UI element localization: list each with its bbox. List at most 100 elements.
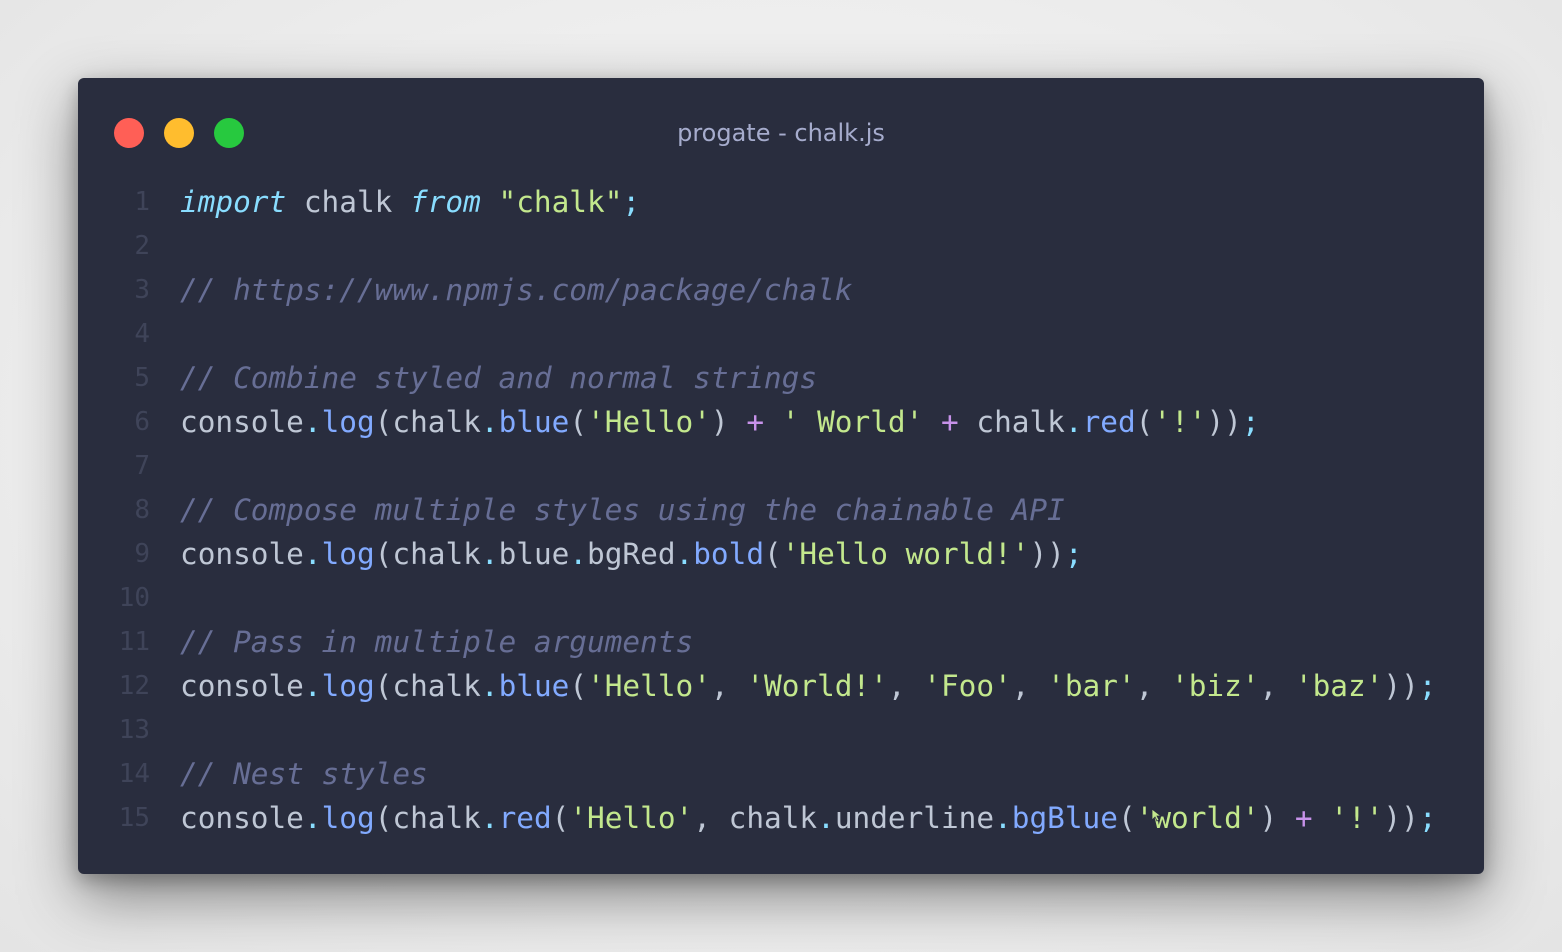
code-token: . xyxy=(994,801,1012,835)
code-line[interactable]: 13 xyxy=(78,708,1484,752)
line-number: 7 xyxy=(134,451,150,481)
line-number: 15 xyxy=(118,803,150,833)
code-token: "chalk" xyxy=(498,185,623,219)
code-token: // Nest styles xyxy=(180,757,428,791)
line-content: // Combine styled and normal strings xyxy=(180,356,817,400)
code-token: '!' xyxy=(1153,405,1207,439)
code-token: . xyxy=(817,801,835,835)
code-token: + xyxy=(1294,801,1313,835)
code-token: ( xyxy=(374,537,393,571)
code-token: '!' xyxy=(1330,801,1384,835)
code-line[interactable]: 15 console.log(chalk.red('Hello', chalk.u… xyxy=(78,796,1484,840)
code-line[interactable]: 9 console.log(chalk.blue.bgRed.bold('Hell… xyxy=(78,532,1484,576)
code-token: , chalk xyxy=(693,801,818,835)
code-token: underline xyxy=(834,801,995,835)
code-token: // Pass in multiple arguments xyxy=(180,625,694,659)
code-token: 'World!' xyxy=(746,669,888,703)
code-token: chalk xyxy=(392,537,481,571)
code-token: chalk xyxy=(286,185,411,219)
code-token: chalk xyxy=(392,801,481,835)
code-token: ( xyxy=(1135,405,1154,439)
line-number: 12 xyxy=(118,671,150,701)
code-token: console xyxy=(180,801,304,835)
code-token: . xyxy=(303,537,322,571)
code-token: console xyxy=(180,537,304,571)
code-token: ; xyxy=(622,185,641,219)
line-content: // Compose multiple styles using the cha… xyxy=(180,488,1065,532)
code-token: 'baz' xyxy=(1294,669,1384,703)
code-token: ' World' xyxy=(781,405,924,439)
code-line[interactable]: 4 xyxy=(78,312,1484,356)
line-content: console.log(chalk.blue('Hello') + ' Worl… xyxy=(180,400,1260,444)
line-content: import chalk from "chalk"; xyxy=(180,180,640,224)
code-line[interactable]: 3 // https://www.npmjs.com/package/chalk xyxy=(78,268,1484,312)
code-token: // Compose multiple styles using the cha… xyxy=(180,493,1065,527)
line-number: 9 xyxy=(134,539,150,569)
code-token: // Combine styled and normal strings xyxy=(180,361,818,395)
code-token: . xyxy=(675,537,694,571)
line-number: 6 xyxy=(134,407,150,437)
code-token: ) xyxy=(710,405,747,439)
code-token: // https://www.npmjs.com/package/chalk xyxy=(180,273,853,307)
code-token: + xyxy=(746,405,765,439)
code-token: 'Foo' xyxy=(923,669,1012,703)
code-token: )) xyxy=(1383,669,1419,703)
line-number: 2 xyxy=(134,231,150,261)
code-token: bgRed xyxy=(587,537,676,571)
code-token: chalk xyxy=(392,405,481,439)
title-bar: progate - chalk.js xyxy=(78,78,1484,188)
line-content: console.log(chalk.blue.bgRed.bold('Hello… xyxy=(180,532,1083,576)
line-number: 3 xyxy=(134,275,150,305)
line-content: // Pass in multiple arguments xyxy=(180,620,693,664)
code-token: log xyxy=(321,669,375,703)
code-token: ; xyxy=(1064,537,1083,571)
line-number: 4 xyxy=(134,319,150,349)
code-token: console xyxy=(180,669,304,703)
code-token: from xyxy=(410,185,481,219)
code-line[interactable]: 5 // Combine styled and normal strings xyxy=(78,356,1484,400)
mouse-pointer-icon xyxy=(1151,808,1163,822)
code-line[interactable]: 7 xyxy=(78,444,1484,488)
code-token: . xyxy=(480,801,499,835)
code-token: ( xyxy=(551,801,570,835)
code-token: . xyxy=(303,405,322,439)
code-line[interactable]: 11 // Pass in multiple arguments xyxy=(78,620,1484,664)
code-token: . xyxy=(480,669,499,703)
code-line[interactable]: 14 // Nest styles xyxy=(78,752,1484,796)
code-token: 'Hello world!' xyxy=(781,537,1030,571)
code-line[interactable]: 6 console.log(chalk.blue('Hello') + ' Wor… xyxy=(78,400,1484,444)
code-token: , xyxy=(1135,669,1172,703)
code-token: 'Hello' xyxy=(587,405,711,439)
code-token: . xyxy=(569,537,588,571)
code-token: , xyxy=(710,669,747,703)
code-token: blue xyxy=(498,537,570,571)
code-line[interactable]: 10 xyxy=(78,576,1484,620)
code-window: progate - chalk.js 1 import chalk from "c… xyxy=(78,78,1484,874)
code-token: . xyxy=(1064,405,1083,439)
code-token: ; xyxy=(1418,669,1437,703)
line-content: // https://www.npmjs.com/package/chalk xyxy=(180,268,852,312)
code-token: )) xyxy=(1029,537,1065,571)
code-token: 'biz' xyxy=(1171,669,1260,703)
code-line[interactable]: 1 import chalk from "chalk"; xyxy=(78,180,1484,224)
code-token: chalk xyxy=(392,669,481,703)
line-content: console.log(chalk.red('Hello', chalk.und… xyxy=(180,796,1437,840)
code-token: ( xyxy=(374,405,393,439)
code-line[interactable]: 8 // Compose multiple styles using the ch… xyxy=(78,488,1484,532)
code-token: log xyxy=(321,405,375,439)
code-token: ( xyxy=(374,801,393,835)
code-line[interactable]: 12 console.log(chalk.blue('Hello', 'World… xyxy=(78,664,1484,708)
code-token: red xyxy=(1082,405,1136,439)
code-token: ; xyxy=(1241,405,1260,439)
code-token: )) xyxy=(1206,405,1242,439)
code-token: . xyxy=(303,669,322,703)
code-editor[interactable]: 1 import chalk from "chalk"; 2 3 // https://… xyxy=(78,180,1484,840)
line-number: 1 xyxy=(134,187,150,217)
code-token: . xyxy=(480,537,499,571)
line-content: // Nest styles xyxy=(180,752,428,796)
code-token: + xyxy=(940,405,959,439)
code-line[interactable]: 2 xyxy=(78,224,1484,268)
code-token: , xyxy=(1011,669,1048,703)
